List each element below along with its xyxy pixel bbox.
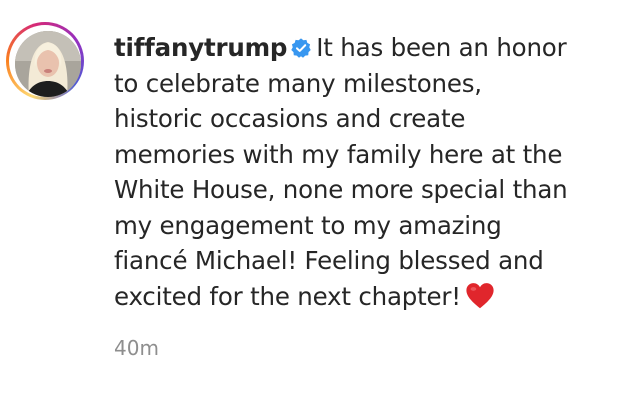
comment-timestamp[interactable]: 40m [114,334,159,362]
avatar-gap [9,25,81,97]
comment-caption: tiffanytrump It has been an honor to cele… [114,30,614,314]
caption-line: memories with my family here at the [114,139,563,169]
caption-text: It has been an honor [316,33,567,62]
story-ring[interactable] [6,22,84,100]
caption-line: tiffanytrump It has been an honor [114,30,614,66]
caption-line: my engagement to my amazing [114,210,502,240]
red-heart-emoji-icon [466,282,494,308]
caption-text: excited for the next chapter! [114,281,461,311]
caption-line: White House, none more special than [114,175,568,204]
verified-badge-icon [291,38,311,58]
caption-line: excited for the next chapter! [114,279,614,315]
caption-line: fiancé Michael! Feeling blessed and [114,246,544,275]
avatar[interactable] [15,31,81,97]
caption-line: to celebrate many milestones, [114,68,482,98]
username-link[interactable]: tiffanytrump [114,33,287,62]
instagram-comment: tiffanytrump It has been an honor to cele… [0,0,620,404]
avatar-photo-icon [15,31,81,97]
caption-line: historic occasions and create [114,104,466,133]
